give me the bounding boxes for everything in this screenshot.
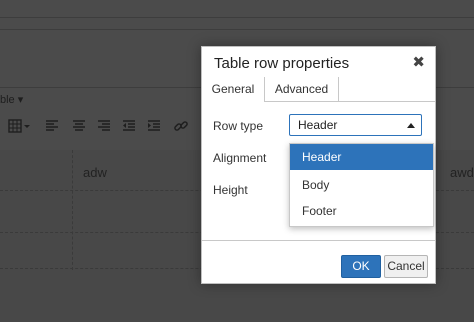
table-menu[interactable]: ble ▾: [0, 93, 23, 106]
table-row-properties-dialog: Table row properties ✖ General Advanced …: [201, 46, 436, 284]
table-icon[interactable]: [8, 119, 30, 137]
dialog-footer-divider: [202, 240, 435, 241]
dropdown-option-body[interactable]: Body: [290, 172, 433, 198]
row-type-dropdown: Header Body Footer: [289, 143, 434, 227]
indent-icon[interactable]: [148, 119, 160, 135]
align-right-icon[interactable]: [98, 119, 110, 135]
ok-button[interactable]: OK: [341, 255, 381, 278]
dialog-title: Table row properties: [214, 55, 350, 72]
alignment-label: Alignment: [213, 151, 267, 165]
table-border: [72, 150, 74, 270]
tab-separator: [338, 77, 339, 101]
close-icon[interactable]: ✖: [412, 54, 425, 72]
row-type-value: Header: [298, 118, 338, 132]
tab-advanced[interactable]: Advanced: [265, 77, 338, 101]
dropdown-option-header[interactable]: Header: [290, 144, 433, 170]
row-type-select[interactable]: Header: [289, 114, 422, 136]
align-center-icon[interactable]: [73, 119, 85, 135]
dropdown-option-footer[interactable]: Footer: [290, 198, 433, 224]
table-cell[interactable]: awd: [450, 165, 474, 180]
outdent-icon[interactable]: [123, 119, 135, 135]
height-label: Height: [213, 183, 248, 197]
align-left-icon[interactable]: [46, 119, 58, 135]
link-icon[interactable]: [174, 119, 188, 137]
cancel-button[interactable]: Cancel: [384, 255, 428, 278]
bg-divider: [0, 29, 474, 30]
caret-up-icon: [407, 123, 415, 128]
tab-general[interactable]: General: [202, 77, 264, 102]
bg-divider: [0, 17, 474, 18]
tab-bar: General Advanced: [202, 77, 435, 102]
table-cell[interactable]: adw: [83, 165, 107, 180]
row-type-label: Row type: [213, 119, 264, 133]
